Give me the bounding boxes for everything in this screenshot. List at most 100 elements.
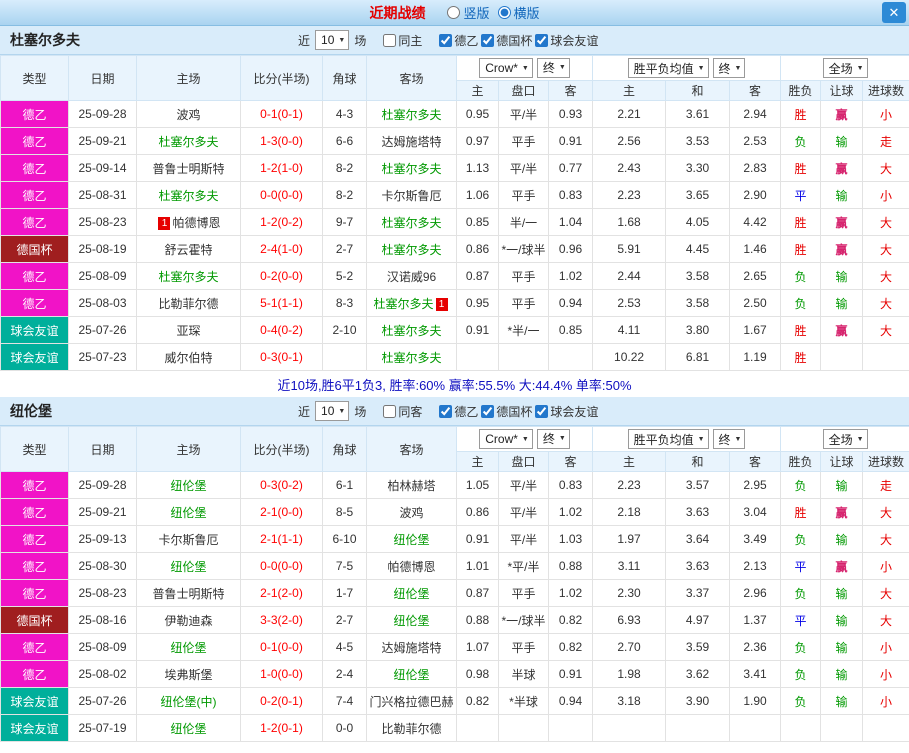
goals-result-cell: 小	[862, 687, 909, 715]
euro-home-odds: 2.43	[592, 154, 667, 182]
away-team: 杜塞尔多夫	[366, 343, 457, 371]
goals-result-cell	[862, 343, 909, 371]
match-row: 德乙 25-08-03 比勒菲尔德 5-1(1-1) 8-3 杜塞尔多夫 1 0.95 平手 0.…	[0, 289, 909, 317]
layout-option-vertical[interactable]: 竖版	[447, 3, 490, 22]
league-filter-2-checkbox[interactable]	[535, 33, 549, 47]
final-odds-select[interactable]: 终 ▼	[536, 57, 570, 78]
handicap-result-cell: 输	[820, 606, 864, 634]
team-name-text: 门兴格拉德巴赫	[369, 694, 454, 709]
vertical-layout-radio[interactable]	[447, 6, 461, 19]
euro-home-odds: 2.44	[592, 262, 667, 290]
asian-away-odds: 0.82	[547, 633, 594, 661]
handicap-result-cell: 赢	[820, 154, 864, 182]
match-score: 1-2(0-2)	[240, 208, 323, 236]
away-team: 纽伦堡	[366, 660, 457, 688]
odds-company-select[interactable]: Crow* ▼	[479, 429, 533, 450]
column-header-corner: 角球	[322, 426, 367, 472]
same-venue-filter[interactable]: 同主	[383, 32, 422, 49]
asian-home-odds	[456, 343, 499, 371]
final-odds-select[interactable]: 终 ▼	[536, 428, 570, 449]
match-scope-select[interactable]: 全场 ▼	[822, 58, 868, 78]
final-odds-select-2[interactable]: 终 ▼	[712, 58, 746, 78]
asian-home-odds: 0.87	[456, 579, 499, 607]
column-header-eu_draw: 和	[665, 80, 731, 101]
league-badge: 德乙	[0, 154, 69, 182]
wdl-average-select[interactable]: 胜平负均值 ▼	[627, 58, 709, 78]
euro-away-odds: 2.13	[729, 552, 782, 580]
asian-home-odds: 0.91	[456, 525, 499, 553]
match-row: 德乙 25-09-21 纽伦堡 2-1(0-0) 8-5 波鸡 0.86 平/半 1.02 2.1…	[0, 498, 909, 526]
euro-draw-odds	[665, 714, 731, 742]
match-score: 0-3(0-2)	[240, 471, 323, 499]
league-filter-1-checkbox[interactable]	[481, 404, 495, 418]
table-header-row: 类型 日期 主场 比分(半场) 角球 客场 Crow* ▼ 终 ▼ 胜平负均值 ▼ 终 ▼ 全场 ▼	[0, 426, 909, 472]
league-filter-0[interactable]: 德乙	[439, 32, 478, 49]
close-icon[interactable]: ✕	[882, 2, 906, 23]
corner-score: 0-0	[322, 714, 367, 742]
euro-home-odds: 2.30	[592, 579, 667, 607]
euro-home-odds: 5.91	[592, 235, 667, 263]
euro-draw-odds: 4.05	[665, 208, 731, 236]
match-count-select[interactable]: 10 ▼	[315, 401, 350, 421]
section-header: 纽伦堡 近 10 ▼ 场 同客 德乙 德国杯 球会友谊	[0, 397, 909, 426]
same-venue-filter-checkbox[interactable]	[383, 33, 397, 47]
league-badge: 德乙	[0, 552, 69, 580]
euro-away-odds: 2.50	[729, 289, 782, 317]
goals-result-cell: 小	[862, 100, 909, 128]
league-badge: 德乙	[0, 660, 69, 688]
team-name-text: 纽伦堡	[170, 640, 207, 655]
league-filter-2-checkbox[interactable]	[535, 404, 549, 418]
league-badge: 德国杯	[0, 606, 69, 634]
match-scope-select[interactable]: 全场 ▼	[822, 429, 868, 449]
asian-away-odds: 0.88	[547, 552, 594, 580]
column-header-eu_draw: 和	[665, 451, 731, 472]
euro-odds-controls: 胜平负均值 ▼ 终 ▼	[592, 55, 782, 81]
team-name-text: 汉诺威96	[386, 269, 437, 284]
result-cell: 胜	[780, 235, 822, 263]
result-cell: 平	[780, 552, 822, 580]
team-name-text: 达姆施塔特	[381, 640, 442, 655]
team-name-text: 纽伦堡	[170, 721, 207, 736]
result-cell: 负	[780, 687, 822, 715]
home-team: 杜塞尔多夫	[136, 262, 241, 290]
horizontal-layout-radio[interactable]	[497, 6, 511, 19]
league-filter-2[interactable]: 球会友谊	[535, 403, 598, 420]
league-filter-2[interactable]: 球会友谊	[535, 32, 598, 49]
asian-handicap-line: 平/半	[498, 498, 549, 526]
handicap-result-cell: 赢	[820, 498, 864, 526]
league-filter-1-checkbox[interactable]	[481, 33, 495, 47]
asian-away-odds	[547, 714, 594, 742]
league-filter-0-checkbox[interactable]	[439, 404, 453, 418]
asian-handicap-line: 平手	[498, 633, 549, 661]
match-row: 球会友谊 25-07-19 纽伦堡 1-2(0-1) 0-0 比勒菲尔德	[0, 714, 909, 742]
corner-score: 2-4	[322, 660, 367, 688]
league-badge: 球会友谊	[0, 687, 69, 715]
league-filter-1[interactable]: 德国杯	[481, 403, 532, 420]
odds-company-select[interactable]: Crow* ▼	[479, 58, 533, 79]
match-date: 25-07-19	[68, 714, 137, 742]
layout-option-horizontal[interactable]: 横版	[497, 3, 540, 22]
league-filter-1[interactable]: 德国杯	[481, 32, 532, 49]
euro-home-odds: 6.93	[592, 606, 667, 634]
final-odds-select-2[interactable]: 终 ▼	[712, 429, 746, 449]
league-filter-0[interactable]: 德乙	[439, 403, 478, 420]
chevron-down-icon: ▼	[856, 64, 864, 72]
league-filter-0-checkbox[interactable]	[439, 33, 453, 47]
match-score: 0-0(0-0)	[240, 552, 323, 580]
wdl-average-select[interactable]: 胜平负均值 ▼	[627, 429, 709, 449]
corner-score: 6-10	[322, 525, 367, 553]
rank-badge: 1	[158, 216, 171, 230]
match-count-select[interactable]: 10 ▼	[315, 30, 350, 50]
match-date: 25-08-23	[68, 579, 137, 607]
goals-result-cell: 小	[862, 633, 909, 661]
asian-handicap-line: 平/半	[498, 525, 549, 553]
away-team: 杜塞尔多夫	[366, 154, 457, 182]
sections-container: 杜塞尔多夫近 10 ▼ 场同主 德乙 德国杯 球会友谊 类型 日期 主场 比分(半场) 角球 客场 Cro…	[0, 26, 909, 742]
games-label: 场	[354, 404, 367, 419]
same-venue-filter[interactable]: 同客	[383, 403, 422, 420]
odds-company-select-value: Crow*	[485, 61, 518, 76]
corner-score: 8-3	[322, 289, 367, 317]
away-team: 门兴格拉德巴赫	[366, 687, 457, 715]
same-venue-filter-checkbox[interactable]	[383, 404, 397, 418]
corner-score: 4-5	[322, 633, 367, 661]
